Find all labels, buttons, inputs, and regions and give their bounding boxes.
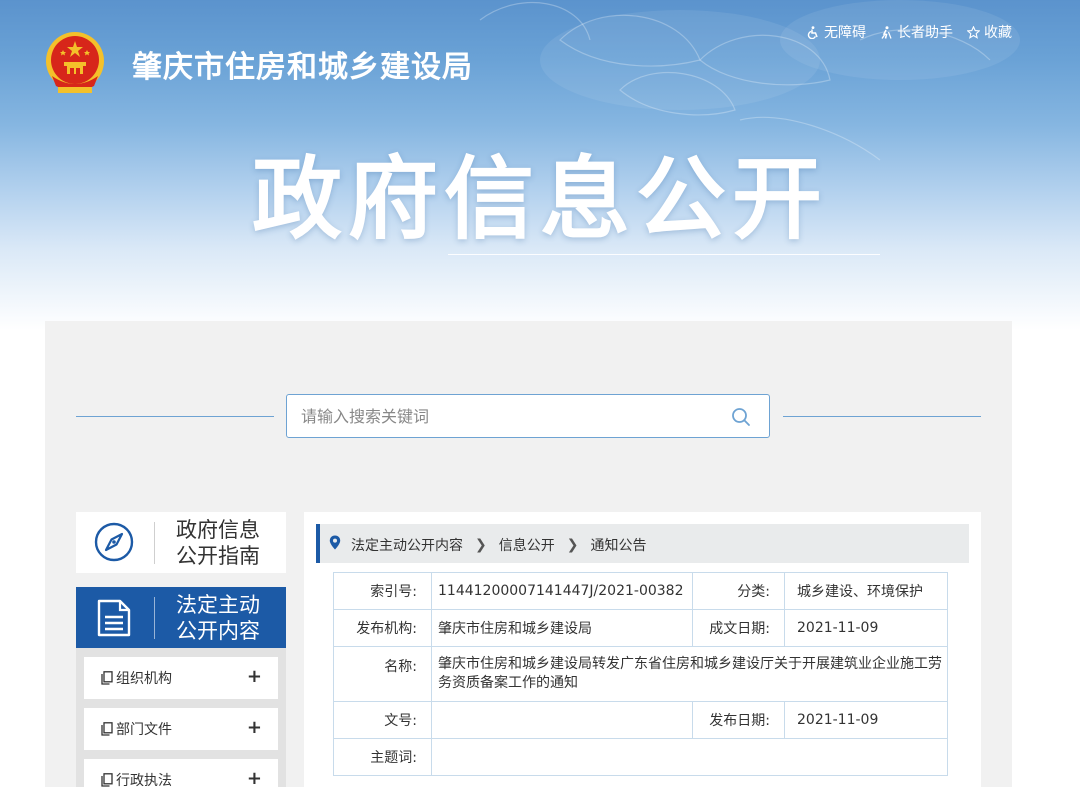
banner-title: 政府信息公开 <box>252 147 828 252</box>
expand-icon[interactable]: + <box>247 768 262 787</box>
sidebar-subnav: 组织机构 + 部门文件 + 行政执法 + <box>76 648 286 787</box>
name-value: 肇庆市住房和城乡建设局转发广东省住房和城乡建设厅关于开展建筑业企业施工劳务资质备… <box>431 646 948 702</box>
sidebar-guide-card[interactable]: 政府信息 公开指南 <box>76 512 286 573</box>
compass-icon <box>94 522 134 562</box>
search-box <box>286 394 770 438</box>
expand-icon[interactable]: + <box>247 666 262 687</box>
sidebar-item-label: 组织机构 <box>116 671 172 687</box>
subject-label: 主题词: <box>333 738 432 776</box>
national-emblem-icon <box>46 32 104 93</box>
elder-assist-icon <box>881 25 892 39</box>
breadcrumb-item-statutory[interactable]: 法定主动公开内容 <box>351 535 463 555</box>
index-value: 11441200007141447J/2021-00382 <box>431 572 693 610</box>
document-meta-table: 索引号: 11441200007141447J/2021-00382 分类: 城… <box>333 572 948 776</box>
sidebar-item-label: 部门文件 <box>116 722 172 738</box>
doc-number-value <box>431 701 693 739</box>
active-card-line2: 公开内容 <box>176 619 260 643</box>
active-card-label: 法定主动 公开内容 <box>176 592 260 644</box>
publisher-value: 肇庆市住房和城乡建设局 <box>431 609 693 647</box>
breadcrumb-item-notices[interactable]: 通知公告 <box>590 535 646 555</box>
category-value: 城乡建设、环境保护 <box>784 572 948 610</box>
created-date-value: 2021-11-09 <box>784 609 948 647</box>
breadcrumb-item-info-disclosure[interactable]: 信息公开 <box>499 535 555 555</box>
doc-number-label: 文号: <box>333 701 432 739</box>
expand-icon[interactable]: + <box>247 717 262 738</box>
meta-row: 索引号: 11441200007141447J/2021-00382 分类: 城… <box>333 572 948 610</box>
favorite-link[interactable]: 收藏 <box>967 22 1012 42</box>
elder-assist-label: 长者助手 <box>897 25 953 41</box>
meta-row: 文号: 发布日期: 2021-11-09 <box>333 701 948 739</box>
active-card-line1: 法定主动 <box>176 593 260 617</box>
elder-assist-link[interactable]: 长者助手 <box>880 22 953 42</box>
banner-title-underline <box>448 254 880 255</box>
guide-card-label: 政府信息 公开指南 <box>176 517 260 569</box>
sidebar-item-department-docs[interactable]: 部门文件 + <box>84 708 278 750</box>
guide-card-separator <box>154 522 155 564</box>
meta-row: 发布机构: 肇庆市住房和城乡建设局 成文日期: 2021-11-09 <box>333 609 948 647</box>
star-icon <box>967 25 980 39</box>
header-banner: 肇庆市住房和城乡建设局 无障碍 长者助手 收藏 政府信息公开 <box>0 0 1080 330</box>
sidebar-item-organization[interactable]: 组织机构 + <box>84 657 278 699</box>
sidebar-item-law-enforcement[interactable]: 行政执法 + <box>84 759 278 787</box>
search-divider-left <box>76 416 274 417</box>
favorite-label: 收藏 <box>984 25 1012 41</box>
meta-row: 主题词: <box>333 738 948 776</box>
main-panel: 法定主动公开内容 ❯ 信息公开 ❯ 通知公告 索引号: 114412000071… <box>304 512 981 787</box>
copy-doc-icon <box>101 773 113 787</box>
index-label: 索引号: <box>333 572 432 610</box>
top-links: 无障碍 长者助手 收藏 <box>807 22 1012 42</box>
publisher-label: 发布机构: <box>333 609 432 647</box>
copy-doc-icon <box>101 722 113 736</box>
search-icon[interactable] <box>731 407 751 427</box>
published-date-value: 2021-11-09 <box>784 701 948 739</box>
copy-doc-icon <box>101 671 113 685</box>
accessibility-label: 无障碍 <box>824 25 866 41</box>
search-input[interactable] <box>301 395 721 437</box>
guide-card-line2: 公开指南 <box>176 544 260 568</box>
search-divider-right <box>783 416 981 417</box>
sidebar-item-label: 行政执法 <box>116 773 172 787</box>
active-card-separator <box>154 597 155 639</box>
subject-value <box>431 738 948 776</box>
name-label: 名称: <box>333 646 432 702</box>
category-label: 分类: <box>692 572 785 610</box>
chevron-right-icon: ❯ <box>566 537 579 553</box>
site-name: 肇庆市住房和城乡建设局 <box>132 50 473 85</box>
breadcrumb-items: 法定主动公开内容 ❯ 信息公开 ❯ 通知公告 <box>351 535 646 555</box>
location-pin-icon <box>329 535 341 550</box>
published-date-label: 发布日期: <box>692 701 785 739</box>
guide-card-line1: 政府信息 <box>176 518 260 542</box>
created-date-label: 成文日期: <box>692 609 785 647</box>
accessibility-link[interactable]: 无障碍 <box>807 22 866 42</box>
sidebar-active-card[interactable]: 法定主动 公开内容 <box>76 587 286 648</box>
meta-row: 名称: 肇庆市住房和城乡建设局转发广东省住房和城乡建设厅关于开展建筑业企业施工劳… <box>333 646 948 702</box>
sidebar: 政府信息 公开指南 法定主动 公开内容 组织机构 + 部门文件 + 行政执法 + <box>76 512 286 787</box>
breadcrumb: 法定主动公开内容 ❯ 信息公开 ❯ 通知公告 <box>316 524 969 563</box>
accessibility-icon <box>807 25 818 39</box>
document-icon <box>97 599 131 637</box>
chevron-right-icon: ❯ <box>475 537 487 553</box>
